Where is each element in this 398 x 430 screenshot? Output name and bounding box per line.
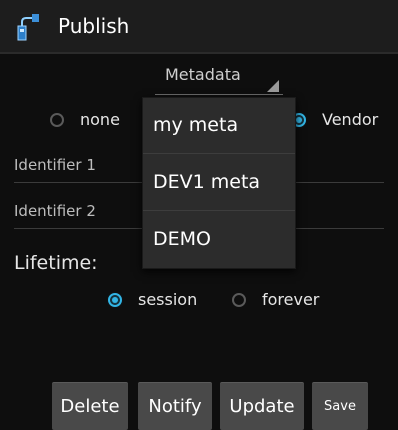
save-button[interactable]: Save bbox=[312, 382, 368, 430]
popup-item-label: my meta bbox=[153, 114, 239, 136]
popup-item-label: DEV1 meta bbox=[153, 171, 261, 193]
radio-vendor[interactable]: Vendor bbox=[292, 110, 378, 129]
radio-forever[interactable]: forever bbox=[232, 290, 319, 309]
notify-button[interactable]: Notify bbox=[138, 382, 212, 430]
metadata-popup-list: my meta DEV1 meta DEMO bbox=[142, 97, 296, 269]
delete-button[interactable]: Delete bbox=[52, 382, 128, 430]
publish-screen: Publish Metadata none Vendor Identifier … bbox=[0, 0, 398, 430]
update-button[interactable]: Update bbox=[220, 382, 304, 430]
radio-circle-icon bbox=[232, 292, 246, 307]
app-title: Publish bbox=[58, 14, 130, 38]
radio-circle-icon bbox=[50, 112, 64, 127]
popup-item-dev1-meta[interactable]: DEV1 meta bbox=[143, 155, 295, 211]
radio-checked-icon bbox=[108, 292, 122, 307]
spinner-arrow-icon bbox=[267, 80, 279, 92]
radio-session[interactable]: session bbox=[108, 290, 197, 309]
radio-label: session bbox=[138, 290, 198, 309]
identifier-2-hint: Identifier 2 bbox=[14, 202, 96, 220]
popup-item-demo[interactable]: DEMO bbox=[143, 212, 295, 268]
spinner-label: Metadata bbox=[165, 65, 241, 84]
radio-none[interactable]: none bbox=[50, 110, 120, 129]
popup-item-my-meta[interactable]: my meta bbox=[143, 98, 295, 154]
action-bar: Publish bbox=[0, 0, 398, 54]
radio-label: forever bbox=[262, 290, 320, 309]
lifetime-label: Lifetime: bbox=[14, 252, 98, 274]
radio-label: Vendor bbox=[322, 110, 379, 129]
metadata-spinner[interactable]: Metadata bbox=[155, 62, 283, 95]
popup-item-label: DEMO bbox=[153, 228, 211, 250]
usb-plug-icon bbox=[14, 12, 46, 44]
identifier-1-hint: Identifier 1 bbox=[14, 156, 96, 174]
radio-label: none bbox=[80, 110, 120, 129]
